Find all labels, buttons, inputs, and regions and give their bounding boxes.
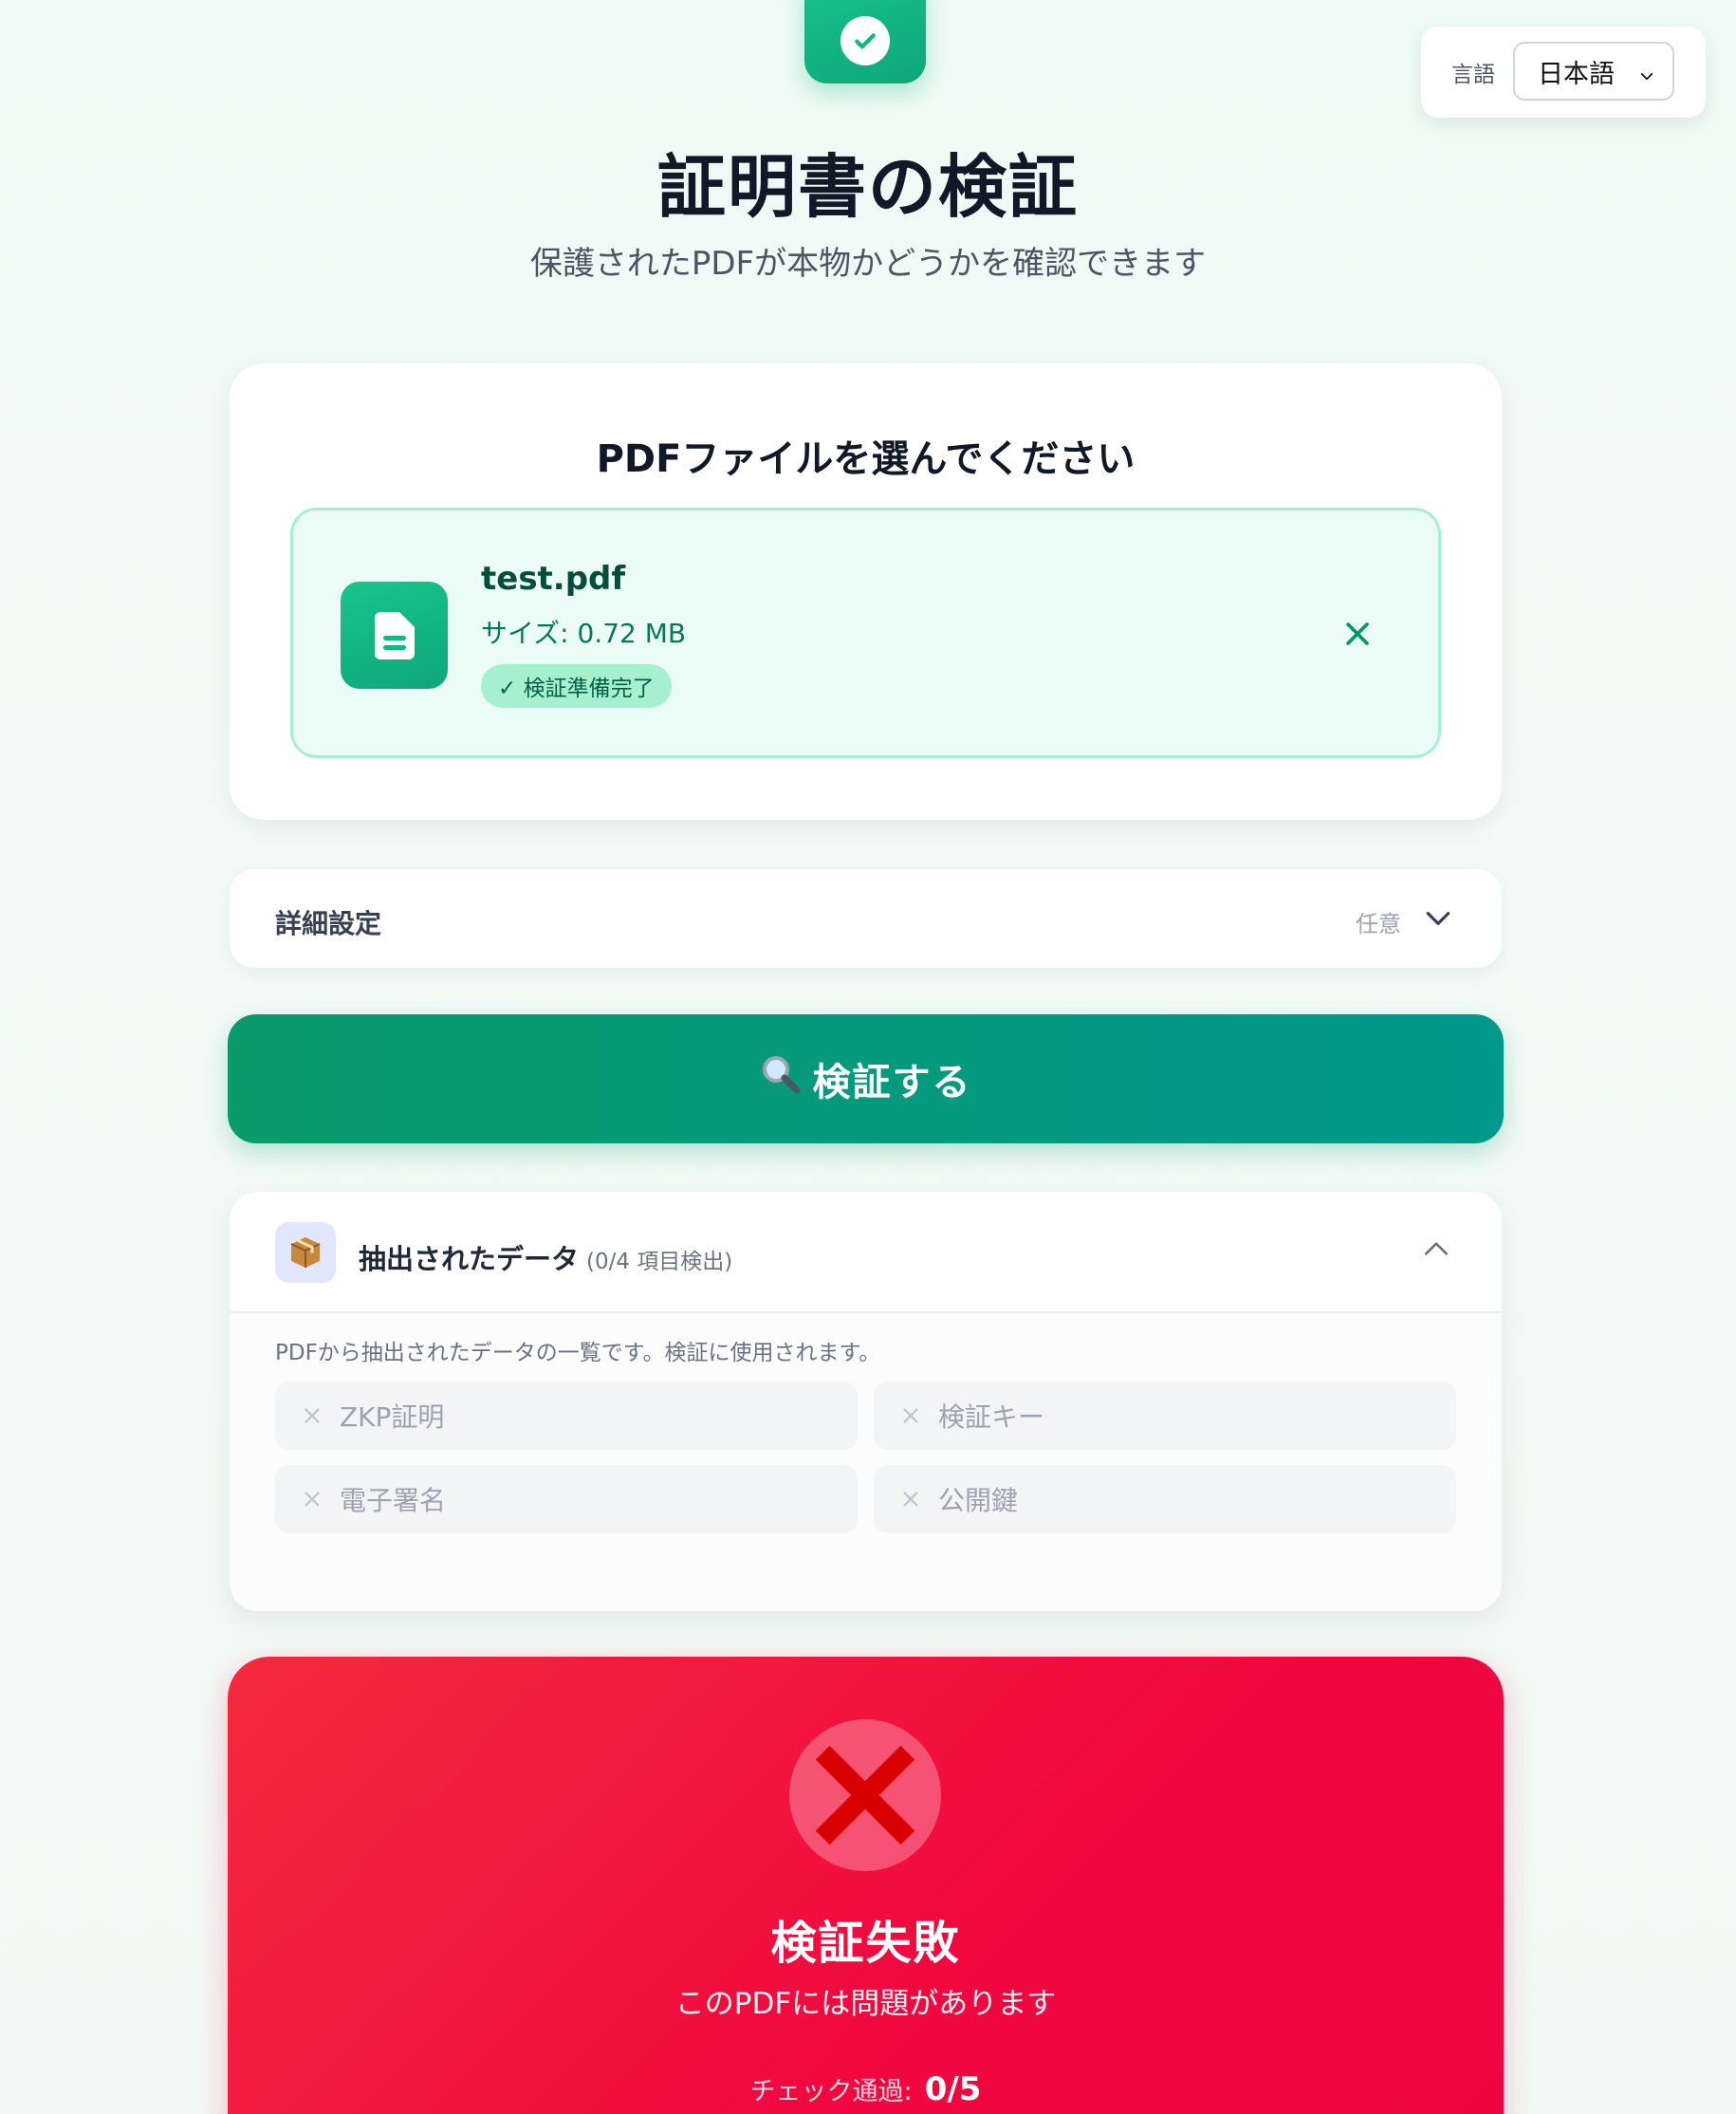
data-item-public-key: 公開鍵 bbox=[874, 1465, 1456, 1533]
x-icon bbox=[900, 1489, 921, 1510]
verify-button-label: 検証する bbox=[812, 1061, 972, 1104]
checks-passed-value: 0/5 bbox=[924, 2070, 982, 2108]
remove-file-button[interactable] bbox=[1337, 613, 1378, 655]
checks-passed-label: チェック通過: bbox=[749, 2077, 913, 2106]
optional-label: 任意 bbox=[1356, 911, 1401, 937]
upload-card: PDFファイルを選んでください test.pdf サイズ: 0.72 MB ✓ … bbox=[230, 363, 1502, 820]
language-select[interactable]: 日本語 bbox=[1513, 42, 1674, 101]
language-label: 言語 bbox=[1451, 63, 1495, 87]
close-icon bbox=[1346, 622, 1369, 645]
x-icon bbox=[302, 1489, 323, 1510]
x-icon bbox=[302, 1405, 323, 1426]
page-title: 証明書の検証 bbox=[656, 147, 1079, 227]
file-name: test.pdf bbox=[481, 560, 626, 598]
advanced-settings-label: 詳細設定 bbox=[275, 908, 382, 939]
result-title: 検証失敗 bbox=[770, 1917, 961, 1970]
data-item-digital-signature: 電子署名 bbox=[275, 1465, 858, 1533]
search-icon bbox=[760, 1053, 802, 1104]
app-logo bbox=[804, 0, 926, 83]
verification-result-card: 検証失敗 このPDFには問題があります チェック通過: 0/5 bbox=[228, 1657, 1504, 2114]
cross-mark-icon bbox=[789, 1719, 941, 1871]
page-subtitle: 保護されたPDFが本物かどうかを確認できます bbox=[529, 245, 1207, 283]
check-circle-icon bbox=[840, 16, 890, 65]
data-item-zkp-proof: ZKP証明 bbox=[275, 1382, 858, 1450]
selected-file: test.pdf サイズ: 0.72 MB ✓ 検証準備完了 bbox=[290, 508, 1441, 758]
extracted-data-panel: 抽出されたデータ (0/4 項目検出) PDFから抽出されたデータの一覧です。検… bbox=[230, 1192, 1502, 1611]
language-selected-value: 日本語 bbox=[1538, 59, 1615, 89]
chevron-down-icon bbox=[1638, 63, 1655, 92]
chevron-up-icon[interactable] bbox=[1421, 1233, 1451, 1268]
extracted-data-description: PDFから抽出されたデータの一覧です。検証に使用されます。 bbox=[275, 1341, 881, 1365]
extracted-data-body: PDFから抽出されたデータの一覧です。検証に使用されます。 ZKP証明 検証キー… bbox=[230, 1313, 1502, 1611]
checks-passed: チェック通過: 0/5 bbox=[228, 2070, 1504, 2108]
file-size: サイズ: 0.72 MB bbox=[481, 618, 687, 649]
chevron-down-icon bbox=[1423, 903, 1453, 937]
verify-button[interactable]: 検証する bbox=[228, 1014, 1504, 1143]
x-icon bbox=[900, 1405, 921, 1426]
document-icon bbox=[341, 582, 448, 689]
extracted-data-count: (0/4 項目検出) bbox=[586, 1250, 733, 1274]
data-item-verification-key: 検証キー bbox=[874, 1382, 1456, 1450]
advanced-settings-toggle[interactable]: 詳細設定 任意 bbox=[230, 869, 1502, 968]
extracted-data-title: 抽出されたデータ bbox=[359, 1243, 580, 1275]
extracted-data-header[interactable]: 抽出されたデータ (0/4 項目検出) bbox=[230, 1192, 1502, 1313]
language-selector: 言語 日本語 bbox=[1421, 27, 1706, 118]
package-icon bbox=[275, 1222, 336, 1283]
status-badge: ✓ 検証準備完了 bbox=[481, 664, 672, 708]
result-subtitle: このPDFには問題があります bbox=[674, 1987, 1057, 2021]
upload-title: PDFファイルを選んでください bbox=[596, 437, 1136, 481]
